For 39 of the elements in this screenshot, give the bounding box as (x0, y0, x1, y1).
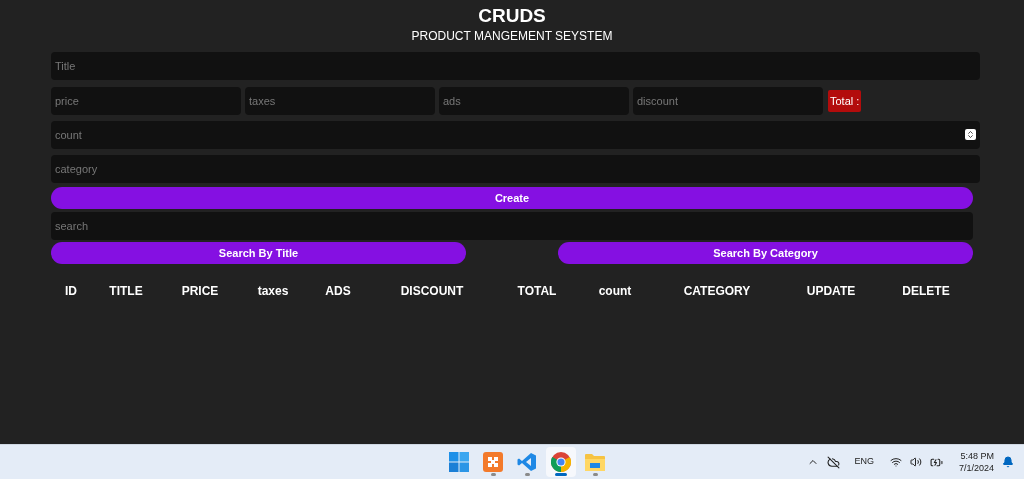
spinner-icon[interactable] (965, 129, 976, 140)
search-button[interactable]: Search By Category (558, 242, 973, 264)
app-title: CRUDS (478, 5, 546, 27)
wifi-icon[interactable] (889, 456, 902, 468)
cloud-off-icon[interactable] (827, 455, 841, 469)
create-button[interactable]: Create (51, 187, 973, 209)
price-field[interactable]: ads (439, 87, 629, 115)
column-header: PRICE (180, 283, 220, 300)
column-header: TITLE (108, 283, 144, 300)
price-field[interactable]: taxes (245, 87, 435, 115)
category-field[interactable]: category (51, 155, 980, 183)
price-field[interactable]: discount (633, 87, 823, 115)
column-header: ID (64, 283, 78, 300)
volume-icon[interactable] (909, 456, 922, 468)
windows-icon (449, 452, 469, 472)
notification-icon[interactable] (1002, 456, 1014, 468)
app-subtitle: PRODUCT MANGEMENT SEYSTEM (411, 28, 613, 44)
clock-time[interactable]: 5:48 PM (960, 450, 994, 462)
column-header: DELETE (901, 283, 951, 300)
title-field[interactable]: Title (51, 52, 980, 80)
column-header: DISCOUNT (399, 283, 465, 300)
folder-icon (585, 453, 605, 471)
browser-icon (551, 452, 571, 472)
search-button[interactable]: Search By Title (51, 242, 466, 264)
column-header: UPDATE (805, 283, 857, 300)
column-header: CATEGORY (682, 283, 752, 300)
app-icon (483, 452, 503, 472)
column-header: taxes (256, 283, 290, 300)
price-field[interactable]: price (51, 87, 241, 115)
column-header: TOTAL (516, 283, 558, 300)
code-editor-icon (517, 452, 537, 472)
search-field[interactable]: search (51, 212, 973, 240)
column-header: ADS (324, 283, 352, 300)
total-badge: Total : (828, 89, 862, 113)
column-header: count (597, 283, 633, 300)
clock-date[interactable]: 7/1/2024 (958, 462, 994, 474)
taskbar-app[interactable] (546, 447, 576, 477)
count-field[interactable]: count (51, 121, 980, 149)
language-indicator[interactable]: ENG (854, 455, 874, 469)
